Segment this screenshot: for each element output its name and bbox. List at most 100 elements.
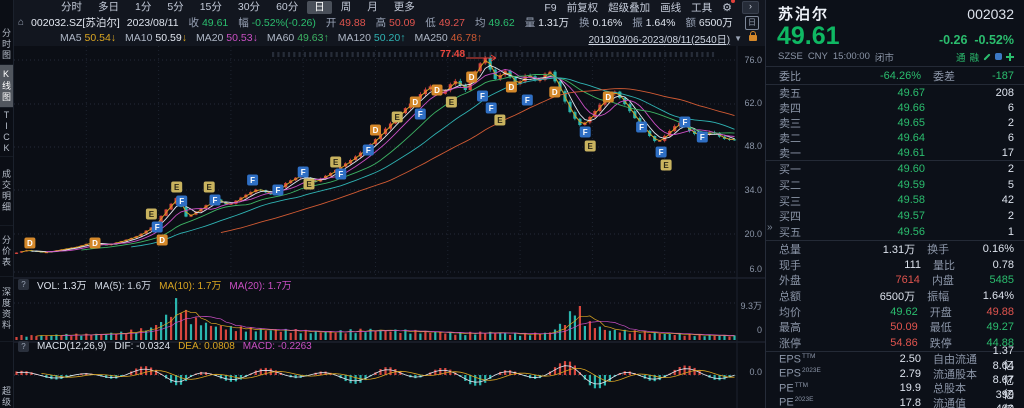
ma10-value: 50.59 — [155, 32, 181, 44]
draw-line-button[interactable]: 画线 — [660, 0, 681, 15]
ask-qty: 208 — [925, 87, 1014, 99]
ask-row-1[interactable]: 卖一49.6117 — [766, 145, 1024, 160]
macd-header: ? MACD(12,26,9) DIF: -0.0324 DEA: 0.0808… — [18, 341, 312, 352]
ask-row-5[interactable]: 卖五49.67208 — [766, 85, 1024, 100]
tab-30min[interactable]: 30分 — [231, 1, 267, 14]
pe-2023e: 17.8 — [825, 397, 921, 408]
tab-month[interactable]: 月 — [360, 1, 385, 14]
sidebar-item-label: 超级 — [0, 386, 13, 408]
last-price: 49.61 — [777, 24, 840, 49]
up-arrow-icon: ↑ — [477, 32, 482, 44]
bid-row-5[interactable]: 买五49.561 — [766, 224, 1024, 240]
stat-label: 振幅 — [927, 288, 983, 304]
chevron-down-icon[interactable]: ▼ — [734, 34, 742, 43]
tab-15min[interactable]: 15分 — [193, 1, 229, 14]
down-arrow-icon: ↓ — [111, 32, 116, 44]
ask-label: 卖三 — [779, 115, 825, 131]
stat-row: 最高50.09最低49.27 — [766, 319, 1024, 335]
sidebar-item-price-table[interactable]: 分价表 — [0, 226, 13, 277]
bid-row-3[interactable]: 买三49.5842 — [766, 193, 1024, 209]
weibi-row: 委比 -64.26% 委差 -187 — [766, 67, 1024, 85]
svg-text:F: F — [682, 118, 687, 127]
alert-icon[interactable] — [995, 53, 1002, 60]
stat-label: 换手 — [927, 241, 983, 257]
svg-text:E: E — [497, 116, 503, 125]
weicha-label: 委差 — [933, 68, 991, 84]
field-label: 振 — [632, 17, 643, 29]
forward-adjust-button[interactable]: 前复权 — [567, 0, 599, 15]
sidebar-item-label: 成交明细 — [0, 169, 13, 213]
ask-row-4[interactable]: 卖四49.666 — [766, 100, 1024, 115]
ma-label: MA120 — [338, 32, 371, 44]
ask-row-2[interactable]: 卖二49.646 — [766, 130, 1024, 145]
tab-multiday[interactable]: 多日 — [91, 1, 126, 14]
f9-button[interactable]: F9 — [544, 2, 556, 14]
gear-icon[interactable]: ⚙ — [722, 1, 732, 14]
sidebar-item-depth-data[interactable]: 深度资料 — [0, 277, 13, 342]
calendar-icon[interactable]: 日 — [745, 16, 759, 30]
left-sidebar: 分时图 K线图 TICK 成交明细 分价表 深度资料 超级 — [0, 0, 14, 408]
stat-label: 涨停 — [779, 335, 824, 351]
amplitude-value: 1.64% — [646, 17, 676, 29]
ma-label: MA250 — [414, 32, 447, 44]
stat-label: 跌停 — [930, 335, 987, 351]
help-icon[interactable]: ? — [18, 341, 29, 352]
vol-header: ? VOL: 1.3万 MA(5): 1.6万 MA(10): 1.7万 MA(… — [18, 277, 292, 292]
collapse-icon[interactable]: » — [767, 222, 773, 233]
lock-icon[interactable] — [749, 35, 757, 41]
super-overlay-button[interactable]: 超级叠加 — [608, 0, 650, 15]
svg-text:E: E — [663, 161, 669, 170]
chevron-right-button[interactable]: › — [742, 1, 759, 14]
bid-row-2[interactable]: 买二49.595 — [766, 177, 1024, 193]
date-range-selector[interactable]: 2013/03/06-2023/08/11(2540日) — [588, 31, 730, 46]
fund-label: EPSTTM — [779, 353, 825, 366]
tab-fenshi[interactable]: 分时 — [54, 1, 89, 14]
sidebar-item-trade-detail[interactable]: 成交明细 — [0, 157, 13, 226]
ask-label: 卖五 — [779, 85, 825, 101]
add-icon[interactable] — [1006, 53, 1014, 61]
field-label: 低 — [425, 17, 436, 29]
field-label: 换 — [579, 17, 590, 29]
bid-label: 买四 — [779, 208, 825, 224]
tools-button[interactable]: 工具 — [691, 0, 712, 15]
sidebar-item-super[interactable]: 超级 — [0, 386, 13, 408]
bid-row-1[interactable]: 买一49.602 — [766, 161, 1024, 177]
turnover-value: 0.16% — [592, 17, 622, 29]
tab-day[interactable]: 日 — [307, 1, 332, 14]
ask-row-3[interactable]: 卖三49.652 — [766, 115, 1024, 130]
bid-label: 买三 — [779, 193, 825, 209]
tab-60min[interactable]: 60分 — [269, 1, 305, 14]
fund-row: PETTM19.9总股本8.07亿 — [766, 381, 1024, 396]
svg-text:F: F — [639, 123, 644, 132]
ask-label: 卖一 — [779, 145, 825, 161]
ask-price: 49.67 — [825, 87, 925, 99]
svg-text:F: F — [250, 176, 255, 185]
down-arrow-icon: ↓ — [253, 32, 258, 44]
tab-5min[interactable]: 5分 — [160, 1, 190, 14]
svg-text:F: F — [480, 92, 485, 101]
help-icon[interactable]: ? — [18, 279, 29, 290]
tab-1min[interactable]: 1分 — [128, 1, 158, 14]
price-change-pct: -0.52% — [974, 33, 1014, 47]
kline-chart[interactable]: DDEFDEFEFFFFEEFFDEDFDEDFFEDFDFEDFFEFF 77… — [14, 46, 765, 408]
info-bar: ⌂ 002032.SZ[苏泊尔] 2023/08/11 收 49.61 幅 -0… — [14, 15, 765, 30]
vol-value: VOL: 1.3万 — [37, 277, 86, 292]
sidebar-item-tick[interactable]: TICK — [0, 108, 13, 157]
field-label: 额 — [685, 17, 696, 29]
tab-more[interactable]: 更多 — [387, 1, 422, 14]
up-arrow-icon: ↑ — [400, 32, 405, 44]
sidebar-item-timeline[interactable]: 分时图 — [0, 24, 13, 65]
bid-price: 49.60 — [825, 163, 925, 175]
y-axis-label: 62.0 — [720, 98, 762, 108]
pencil-icon[interactable] — [983, 53, 990, 60]
tab-week[interactable]: 周 — [334, 1, 359, 14]
svg-text:F: F — [301, 168, 306, 177]
sidebar-item-kline[interactable]: K线图 — [0, 65, 13, 108]
home-icon[interactable]: ⌂ — [18, 17, 24, 28]
svg-text:D: D — [159, 236, 165, 245]
stat-label: 均价 — [779, 304, 824, 320]
y-axis-label: 48.0 — [720, 141, 762, 151]
fund-label: PE2023E — [779, 396, 825, 408]
bid-row-4[interactable]: 买四49.572 — [766, 208, 1024, 224]
chart-canvas[interactable]: DDEFDEFEFFFFEEFFDEDFDEDFFEDFDFEDFFEFF — [14, 46, 765, 408]
